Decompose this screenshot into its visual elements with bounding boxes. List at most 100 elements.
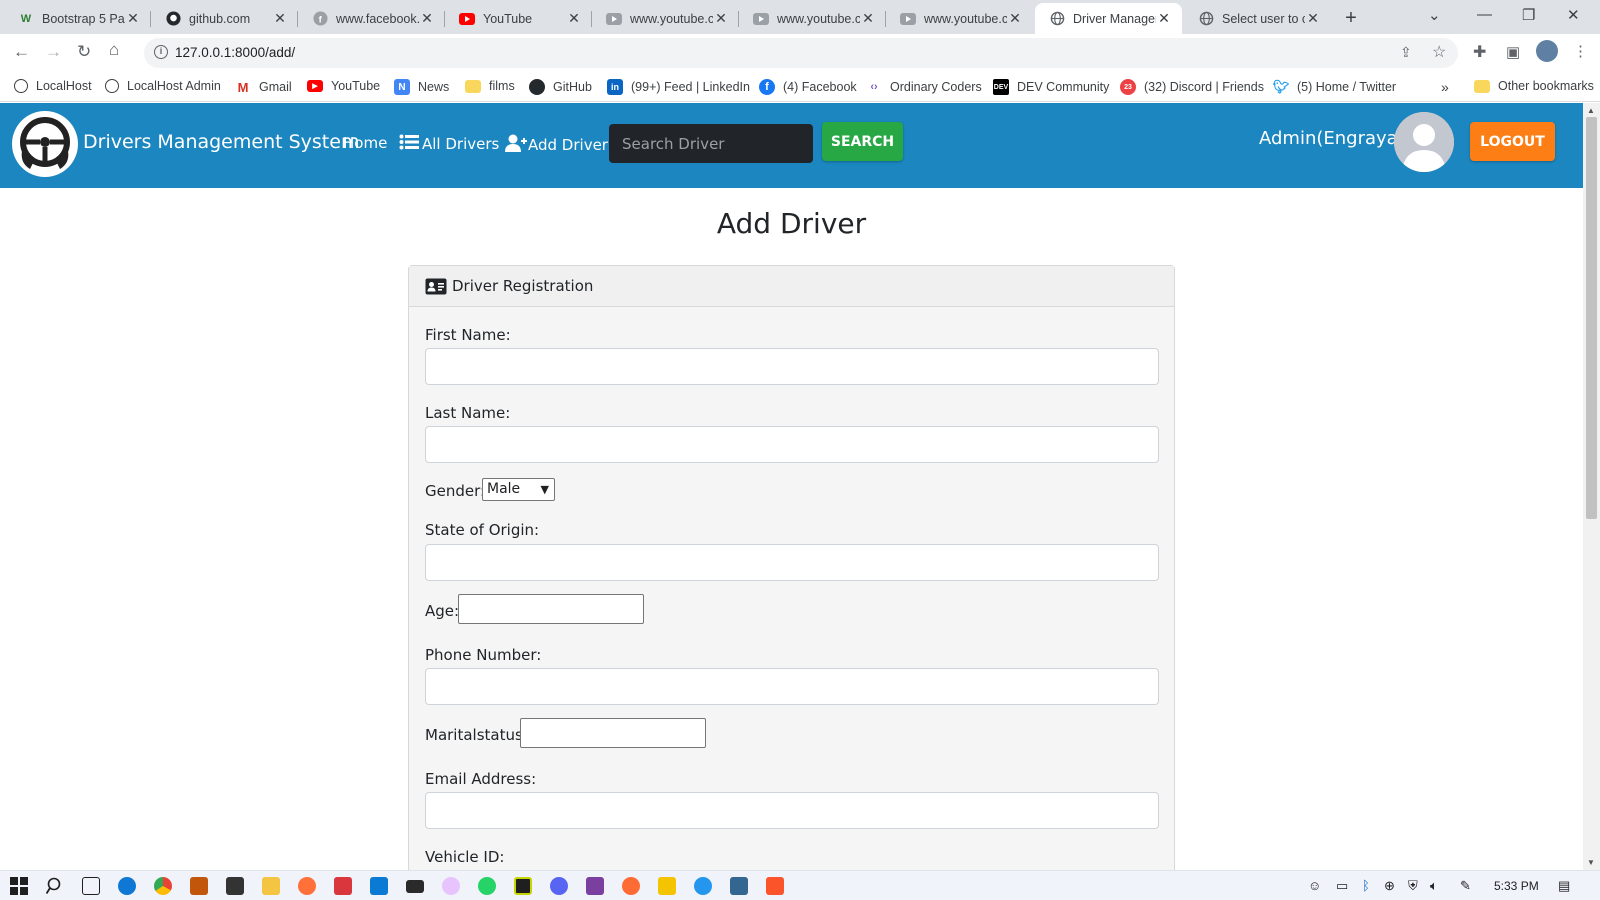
- bookmark-localhost-admin[interactable]: LocalHost Admin: [105, 79, 221, 93]
- reload-icon[interactable]: ↻: [77, 42, 91, 62]
- share-icon[interactable]: ⇪: [1400, 44, 1412, 61]
- browser-tab[interactable]: W Bootstrap 5 Pag ✕: [4, 3, 151, 34]
- gender-select[interactable]: Male ▼: [482, 478, 555, 501]
- close-icon[interactable]: ✕: [566, 10, 582, 27]
- brave-icon[interactable]: [766, 877, 784, 895]
- info-icon[interactable]: i: [154, 45, 168, 59]
- battery-icon[interactable]: ▭: [1336, 878, 1348, 894]
- bookmark-star-icon[interactable]: ☆: [1432, 42, 1446, 62]
- windows-start-icon[interactable]: [10, 877, 28, 895]
- discord-icon[interactable]: [550, 877, 568, 895]
- brand-title[interactable]: Drivers Management System: [83, 131, 359, 153]
- close-icon[interactable]: ✕: [1007, 10, 1023, 27]
- address-bar[interactable]: i 127.0.0.1:8000/add/: [144, 38, 1458, 68]
- bookmark-discord[interactable]: 23 (32) Discord | Friends: [1120, 79, 1264, 95]
- search-icon[interactable]: [45, 877, 64, 895]
- new-tab-button[interactable]: +: [1338, 6, 1364, 32]
- volume-icon[interactable]: 🔈︎: [1430, 878, 1438, 894]
- close-icon[interactable]: ✕: [1156, 10, 1172, 27]
- bookmark-localhost[interactable]: LocalHost: [14, 79, 92, 93]
- notifications-icon[interactable]: ▤: [1558, 878, 1570, 894]
- nav-home[interactable]: Home: [343, 134, 387, 152]
- menu-icon[interactable]: ⋮: [1573, 42, 1588, 60]
- edge-icon[interactable]: [118, 877, 136, 895]
- firefox-icon[interactable]: [298, 877, 316, 895]
- bookmark-ordinary-coders[interactable]: ‹› Ordinary Coders: [866, 79, 981, 95]
- extensions-icon[interactable]: ✚: [1473, 42, 1486, 62]
- close-icon[interactable]: ✕: [419, 10, 435, 27]
- security-icon[interactable]: ⛨: [1408, 878, 1418, 894]
- logout-button[interactable]: LOGOUT: [1470, 122, 1555, 161]
- bookmark-youtube[interactable]: ▶ YouTube: [307, 79, 380, 93]
- bookmark-dev-community[interactable]: DEV DEV Community: [993, 79, 1109, 95]
- restore-icon[interactable]: ❐: [1522, 6, 1535, 24]
- first-name-input[interactable]: [425, 348, 1159, 385]
- chrome-icon[interactable]: [154, 877, 172, 895]
- side-panel-icon[interactable]: ▣: [1506, 43, 1520, 61]
- mail-icon[interactable]: [406, 880, 424, 893]
- postgresql-icon[interactable]: [730, 877, 748, 895]
- docker-icon[interactable]: [694, 877, 712, 895]
- last-name-input[interactable]: [425, 426, 1159, 463]
- postman-icon[interactable]: [622, 877, 640, 895]
- close-window-icon[interactable]: ✕: [1567, 6, 1580, 24]
- store-icon[interactable]: [226, 877, 244, 895]
- file-explorer-icon[interactable]: [262, 877, 280, 895]
- search-button[interactable]: SEARCH: [822, 122, 903, 161]
- scroll-down-icon[interactable]: ▼: [1587, 858, 1595, 867]
- close-icon[interactable]: ✕: [125, 10, 141, 27]
- scroll-up-icon[interactable]: ▲: [1587, 106, 1595, 115]
- close-icon[interactable]: ✕: [860, 10, 876, 27]
- bookmark-github[interactable]: GitHub: [529, 79, 592, 95]
- close-icon[interactable]: ✕: [713, 10, 729, 27]
- mongodb-compass-icon[interactable]: [586, 877, 604, 895]
- browser-tab[interactable]: www.youtube.c ✕: [739, 3, 886, 34]
- minimize-icon[interactable]: —: [1477, 6, 1492, 23]
- browser-tab[interactable]: Select user to c ✕: [1184, 3, 1331, 34]
- terminal-icon[interactable]: [514, 877, 532, 895]
- sticky-notes-icon[interactable]: [658, 877, 676, 895]
- state-of-origin-input[interactable]: [425, 544, 1159, 581]
- phone-number-input[interactable]: [425, 668, 1159, 705]
- bookmark-linkedin[interactable]: in (99+) Feed | LinkedIn: [607, 79, 750, 95]
- task-view-icon[interactable]: [82, 877, 100, 895]
- nav-add-driver[interactable]: Add Driver: [505, 134, 608, 156]
- people-icon[interactable]: ☺: [1308, 878, 1321, 893]
- sublime-icon[interactable]: [190, 877, 208, 895]
- browser-tab[interactable]: f www.facebook.c ✕: [298, 3, 445, 34]
- home-icon[interactable]: ⌂: [109, 40, 119, 60]
- bookmark-films[interactable]: films: [465, 79, 515, 93]
- app-icon[interactable]: [334, 877, 352, 895]
- steering-wheel-logo-icon[interactable]: [12, 111, 78, 177]
- browser-tab-active[interactable]: Driver Manager ✕: [1035, 3, 1182, 34]
- browser-tab[interactable]: www.youtube.c ✕: [886, 3, 1033, 34]
- close-icon[interactable]: ✕: [1305, 10, 1321, 27]
- close-icon[interactable]: ✕: [272, 10, 288, 27]
- email-address-input[interactable]: [425, 792, 1159, 829]
- bookmark-twitter[interactable]: 🐦︎ (5) Home / Twitter: [1273, 79, 1396, 95]
- pen-icon[interactable]: ✎: [1460, 878, 1471, 894]
- browser-tab[interactable]: github.com ✕: [151, 3, 298, 34]
- slack-icon[interactable]: [442, 877, 460, 895]
- back-icon[interactable]: ←: [13, 42, 30, 62]
- forward-icon[interactable]: →: [45, 42, 62, 62]
- network-icon[interactable]: ⊕: [1384, 878, 1395, 894]
- marital-status-input[interactable]: [520, 718, 706, 748]
- nav-all-drivers[interactable]: All Drivers: [399, 134, 499, 154]
- bookmarks-overflow-button[interactable]: »: [1441, 79, 1449, 95]
- bluetooth-icon[interactable]: ᛒ: [1362, 878, 1370, 893]
- scrollbar-thumb[interactable]: [1586, 117, 1597, 519]
- profile-avatar-icon[interactable]: [1536, 40, 1558, 62]
- browser-tab[interactable]: www.youtube.c ✕: [592, 3, 739, 34]
- browser-tab[interactable]: YouTube ✕: [445, 3, 592, 34]
- taskbar-clock[interactable]: 5:33 PM: [1494, 879, 1539, 893]
- bookmark-facebook[interactable]: f (4) Facebook: [759, 79, 857, 95]
- vscode-icon[interactable]: [370, 877, 388, 895]
- page-scrollbar[interactable]: ▲ ▼: [1583, 103, 1600, 870]
- other-bookmarks[interactable]: Other bookmarks: [1474, 79, 1594, 93]
- whatsapp-icon[interactable]: [478, 877, 496, 895]
- age-input[interactable]: [458, 594, 644, 624]
- bookmark-gmail[interactable]: M Gmail: [235, 79, 292, 95]
- tab-search-icon[interactable]: ⌄: [1428, 6, 1441, 24]
- search-driver-input[interactable]: [609, 124, 813, 163]
